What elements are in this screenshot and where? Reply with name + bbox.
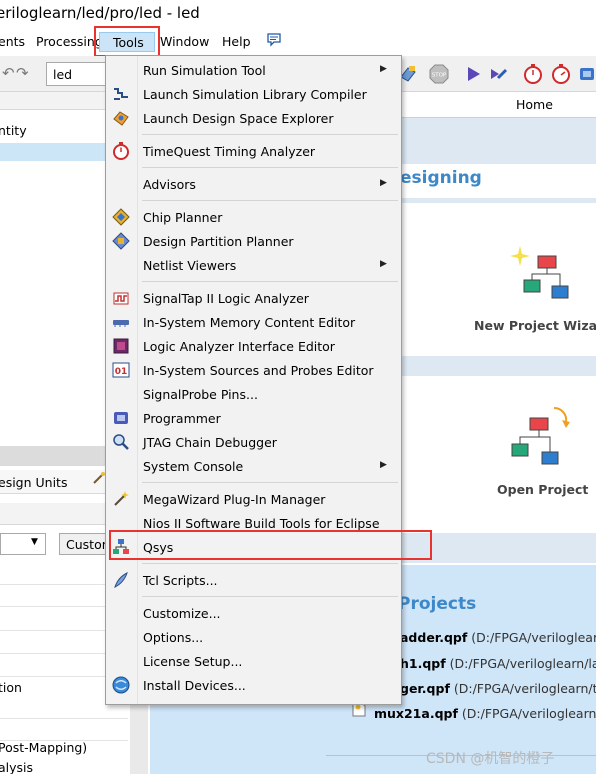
menu-bar: ents Processing Tools Window Help	[0, 30, 596, 54]
menu-assignments[interactable]: ents	[0, 34, 25, 49]
home-band	[400, 118, 596, 164]
stopwatch-icon	[112, 142, 130, 160]
home-band	[400, 356, 596, 376]
chevron-down-icon: ▼	[31, 537, 38, 547]
start-designing-heading: esigning	[400, 168, 482, 188]
menu-item-in-system-sources-and-probes-editor[interactable]: 01 In-System Sources and Probes Editor	[106, 358, 401, 382]
menu-separator	[142, 200, 398, 201]
menu-item-signaltap-ii-logic-analyzer[interactable]: SignalTap II Logic Analyzer	[106, 286, 401, 310]
programmer-icon	[112, 409, 130, 427]
new-project-wizard-label[interactable]: New Project Wizard	[474, 318, 596, 333]
recent-project-item[interactable]: ger.qpf (D:/FPGA/veriloglearn/trig	[400, 681, 596, 696]
task-row-label[interactable]: Post-Mapping)	[0, 740, 87, 755]
jtag-debugger-icon	[112, 433, 130, 451]
submenu-arrow-icon: ▶	[380, 460, 387, 470]
menu-item-signalprobe-pins[interactable]: SignalProbe Pins...	[106, 382, 401, 406]
menu-separator	[142, 134, 398, 135]
menu-item-tcl-scripts[interactable]: Tcl Scripts...	[106, 568, 401, 592]
timing-analyzer-toolbar-icon[interactable]	[522, 63, 544, 85]
design-units-wand-icon[interactable]	[92, 471, 106, 488]
customize-flow-button[interactable]: Custom	[59, 533, 109, 555]
tcl-scripts-icon	[112, 571, 130, 589]
watermark: CSDN @机智的橙子	[426, 751, 555, 767]
home-tab-strip	[400, 92, 596, 118]
recent-project-item[interactable]: mux21a.qpf (D:/FPGA/veriloglearn/mu	[374, 706, 596, 721]
recent-project-item[interactable]: adder.qpf (D:/FPGA/veriloglearn/	[400, 630, 596, 645]
window-titlebar: eriloglearn/led/pro/led - led	[0, 0, 596, 30]
menu-item-design-partition-planner[interactable]: Design Partition Planner	[106, 229, 401, 253]
memory-editor-icon	[112, 313, 130, 331]
tab-home[interactable]: Home	[516, 97, 553, 112]
menu-item-advisors[interactable]: Advisors ▶	[106, 172, 401, 196]
entity-column-header: ntity	[0, 123, 27, 138]
menu-item-jtag-chain-debugger[interactable]: JTAG Chain Debugger	[106, 430, 401, 454]
partition-planner-icon	[112, 232, 130, 250]
tab-design-units[interactable]: esign Units	[0, 475, 67, 490]
menu-item-launch-design-space-explorer[interactable]: Launch Design Space Explorer	[106, 106, 401, 130]
menu-item-system-console[interactable]: System Console ▶	[106, 454, 401, 478]
stop-icon[interactable]: STOP	[428, 63, 450, 85]
menu-separator	[142, 563, 398, 564]
task-row-label[interactable]: alysis	[0, 760, 33, 774]
home-band	[400, 198, 596, 203]
design-space-icon	[112, 109, 130, 127]
revision-combo[interactable]: led	[46, 62, 110, 86]
menu-item-in-system-memory-content-editor[interactable]: In-System Memory Content Editor	[106, 310, 401, 334]
menu-item-run-simulation-tool[interactable]: Run Simulation Tool ▶	[106, 58, 401, 82]
timing-quick-icon[interactable]	[550, 63, 572, 85]
recent-projects-heading: Projects	[398, 594, 477, 614]
signaltap-icon	[112, 289, 130, 307]
redo-icon[interactable]: ↷	[16, 64, 29, 82]
menu-item-programmer[interactable]: Programmer	[106, 406, 401, 430]
submenu-arrow-icon: ▶	[380, 259, 387, 269]
analysis-icon[interactable]	[488, 63, 510, 85]
svg-text:01: 01	[115, 367, 128, 377]
submenu-arrow-icon: ▶	[380, 64, 387, 74]
open-project-label[interactable]: Open Project	[497, 482, 588, 497]
install-devices-icon	[112, 676, 130, 694]
menu-processing[interactable]: Processing	[36, 34, 103, 49]
programmer-toolbar-icon[interactable]	[576, 63, 596, 85]
chip-planner-icon	[112, 208, 130, 226]
menu-item-options[interactable]: Options...	[106, 625, 401, 649]
logic-analyzer-icon	[112, 337, 130, 355]
menu-item-install-devices[interactable]: Install Devices...	[106, 673, 401, 697]
menu-item-chip-planner[interactable]: Chip Planner	[106, 205, 401, 229]
undo-icon[interactable]: ↶	[2, 64, 15, 82]
megawizard-icon	[112, 490, 130, 508]
menu-separator	[142, 596, 398, 597]
tools-menu-highlight	[94, 26, 160, 57]
menu-separator	[142, 281, 398, 282]
menu-item-customize[interactable]: Customize...	[106, 601, 401, 625]
task-row-label[interactable]: tion	[0, 680, 22, 695]
menu-help[interactable]: Help	[222, 34, 251, 49]
help-chat-icon[interactable]	[266, 32, 282, 51]
submenu-arrow-icon: ▶	[380, 178, 387, 188]
menu-item-netlist-viewers[interactable]: Netlist Viewers ▶	[106, 253, 401, 277]
menu-item-logic-analyzer-interface-editor[interactable]: Logic Analyzer Interface Editor	[106, 334, 401, 358]
new-project-wizard-icon[interactable]	[508, 242, 574, 307]
window-title: eriloglearn/led/pro/led - led	[0, 4, 200, 22]
tools-dropdown-menu: Run Simulation Tool ▶ Launch Simulation …	[105, 55, 402, 705]
qsys-highlight	[109, 530, 432, 560]
sources-probes-icon: 01	[112, 361, 130, 379]
menu-item-launch-simulation-library-compiler[interactable]: Launch Simulation Library Compiler	[106, 82, 401, 106]
menu-window[interactable]: Window	[160, 34, 209, 49]
menu-item-license-setup[interactable]: License Setup...	[106, 649, 401, 673]
open-project-icon[interactable]	[508, 400, 574, 473]
sim-library-icon	[112, 85, 130, 103]
task-row[interactable]	[0, 722, 128, 741]
start-compilation-icon[interactable]	[462, 63, 484, 85]
recent-project-item[interactable]: h1.qpf (D:/FPGA/veriloglearn/latch	[400, 656, 596, 671]
menu-item-megawizard-plug-in-manager[interactable]: MegaWizard Plug-In Manager	[106, 487, 401, 511]
menu-separator	[142, 167, 398, 168]
menu-separator	[142, 482, 398, 483]
svg-text:STOP: STOP	[432, 73, 447, 79]
menu-item-timequest-timing-analyzer[interactable]: TimeQuest Timing Analyzer	[106, 139, 401, 163]
flow-select[interactable]: ▼	[0, 533, 46, 555]
